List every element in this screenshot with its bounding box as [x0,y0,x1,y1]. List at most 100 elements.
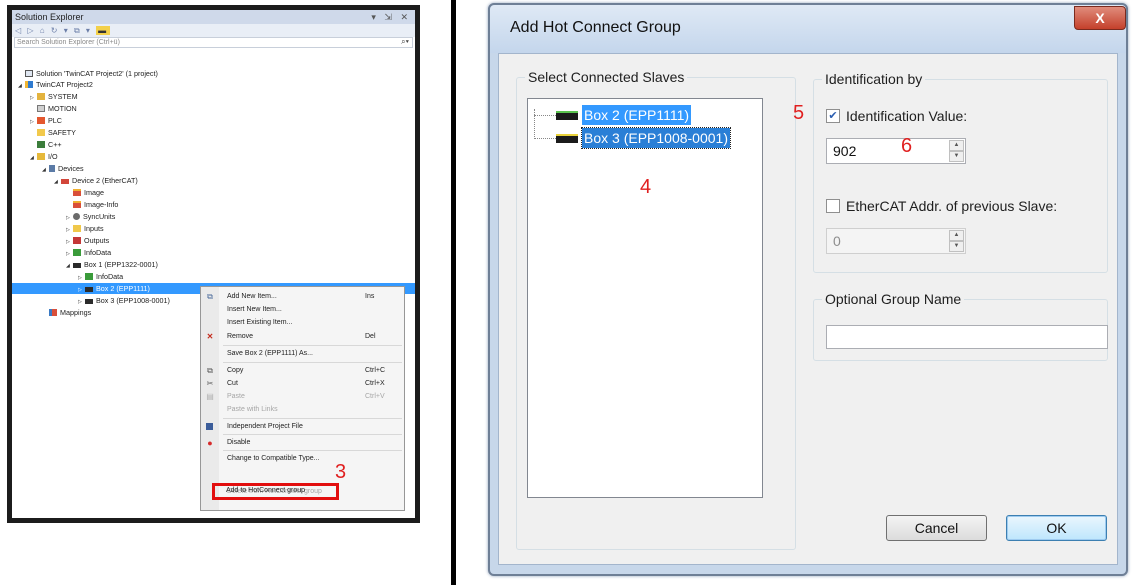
slave-item-box2[interactable]: Box 2 (EPP1111) [556,105,756,125]
ethercat-box-icon [556,134,578,143]
menu-item-remove[interactable]: ✕ Remove Del [201,331,404,343]
tree-item-inputs[interactable]: ▷ Inputs [66,223,104,234]
tree-item-project[interactable]: ◢ TwinCAT Project2 [18,79,93,90]
motion-icon [37,105,45,112]
tree-item-outputs[interactable]: ▷ Outputs [66,235,109,246]
toolbar-icons[interactable]: ◁ ▷ ⌂ ↻ ▾ ⧉ ▾ [15,26,92,35]
search-placeholder: Search Solution Explorer (Ctrl+ü) [17,39,120,46]
cut-icon: ✂ [206,379,214,388]
project-icon [25,81,33,88]
tree-item-mappings[interactable]: Mappings [42,307,91,318]
menu-item-cut[interactable]: ✂ Cut Ctrl+X [201,378,404,390]
search-icon[interactable]: ⌕▾ [401,37,409,46]
copy-icon: ⧉ [207,366,213,375]
group-name-group: Optional Group Name [813,291,1108,361]
cancel-button[interactable]: Cancel [886,515,987,541]
tree-item-system[interactable]: ▷ SYSTEM [30,91,78,102]
tree-item-box1-infodata[interactable]: ▷ InfoData [78,271,123,282]
tree-item-image-info[interactable]: Image-Info [66,199,118,210]
menu-separator [223,434,402,435]
devices-icon [49,165,55,172]
syncunits-icon [73,213,80,220]
disable-icon: ● [207,438,213,448]
search-input[interactable]: Search Solution Explorer (Ctrl+ü) ⌕▾ [14,37,413,48]
identification-group: Identification by ✔ Identification Value… [813,71,1108,273]
menu-separator [223,345,402,346]
step-marker-6: 6 [901,135,913,157]
remove-icon: ✕ [206,332,214,341]
solution-explorer-titlebar: Solution Explorer ▾ ⇲ ✕ [12,10,415,24]
solution-icon [25,70,33,77]
menu-item-paste[interactable]: ▤ Paste Ctrl+V [201,391,404,403]
pin-icon[interactable]: ▬ [96,26,111,35]
spin-down-icon[interactable]: ▼ [949,151,964,162]
safety-icon [37,129,45,136]
step-marker-5: 5 [793,102,805,124]
divider [451,0,456,585]
tree-item-box3[interactable]: ▷ Box 3 (EPP1008-0001) [78,295,170,306]
context-menu: ⧉ Add New Item... Ins Insert New Item... I… [200,286,405,511]
tree-item-image[interactable]: Image [66,187,104,198]
box-icon [73,263,81,268]
spin-up-icon[interactable]: ▲ [949,140,964,151]
menu-item-add-new-item[interactable]: ⧉ Add New Item... Ins [201,291,404,303]
tree-item-device2[interactable]: ◢ Device 2 (EtherCAT) [54,175,138,186]
identification-value-label: Identification Value: [846,108,968,124]
ok-button[interactable]: OK [1006,515,1107,541]
add-item-icon: ⧉ [207,292,213,301]
identification-value-checkbox[interactable]: ✔ [826,109,840,123]
spin-down-icon[interactable]: ▼ [949,241,964,252]
save-icon [206,423,213,430]
menu-separator [223,418,402,419]
identification-value-stepper[interactable]: 902 ▲ ▼ [826,138,966,164]
solution-explorer-panel: Solution Explorer ▾ ⇲ ✕ ◁ ▷ ⌂ ↻ ▾ ⧉ ▾ ▬ … [7,5,420,523]
slave-item-box3[interactable]: Box 3 (EPP1008-0001) [556,127,756,149]
tree-item-motion[interactable]: MOTION [30,103,77,114]
dialog-titlebar: Add Hot Connect Group [490,5,1126,53]
ethercat-addr-stepper[interactable]: 0 ▲ ▼ [826,228,966,254]
tree-item-infodata[interactable]: ▷ InfoData [66,247,111,258]
plc-icon [37,117,45,124]
menu-item-save-as[interactable]: Save Box 2 (EPP1111) As... [201,348,404,360]
group-name-label: Optional Group Name [822,291,965,307]
add-hot-connect-group-dialog: Add Hot Connect Group X Select Connected… [488,3,1128,576]
ethercat-addr-label: EtherCAT Addr. of previous Slave: [846,198,1058,214]
tree-item-io[interactable]: ◢ I/O [30,151,58,162]
slaves-list[interactable]: Box 2 (EPP1111) Box 3 (EPP1008-0001) [527,98,763,498]
identification-group-label: Identification by [822,71,926,87]
box-icon [85,299,93,304]
menu-item-paste-with-links[interactable]: Paste with Links [201,404,404,416]
cpp-icon [37,141,45,148]
menu-separator [223,450,402,451]
menu-item-change-compatible-type[interactable]: Change to Compatible Type... [201,453,404,465]
box-icon [85,287,93,292]
ethercat-box-icon [556,111,578,120]
ethercat-device-icon [61,179,69,184]
tree-item-devices[interactable]: ◢ Devices [42,163,84,174]
menu-item-copy[interactable]: ⧉ Copy Ctrl+C [201,365,404,377]
tree-item-solution[interactable]: Solution 'TwinCAT Project2' (1 project) [18,68,158,79]
mappings-icon [49,309,57,316]
window-buttons[interactable]: ▾ ⇲ ✕ [371,10,411,24]
tree-item-plc[interactable]: ▷ PLC [30,115,62,126]
menu-item-insert-existing-item[interactable]: Insert Existing Item... [201,317,404,329]
image-icon [73,189,81,196]
slaves-group: Select Connected Slaves Box 2 (EPP1111) … [516,69,796,550]
dialog-body: Select Connected Slaves Box 2 (EPP1111) … [498,53,1118,565]
image-info-icon [73,201,81,208]
group-name-input[interactable] [826,325,1108,349]
menu-item-disable[interactable]: ● Disable [201,437,404,449]
io-icon [37,153,45,160]
tree-item-box1[interactable]: ◢ Box 1 (EPP1322-0001) [66,259,158,270]
menu-item-insert-new-item[interactable]: Insert New Item... [201,304,404,316]
outputs-icon [73,237,81,244]
close-button[interactable]: X [1074,6,1126,30]
solution-explorer-title: Solution Explorer [15,12,84,22]
tree-item-safety[interactable]: SAFETY [30,127,76,138]
infodata-icon [73,249,81,256]
menu-item-independent-project-file[interactable]: Independent Project File [201,421,404,433]
tree-item-syncunits[interactable]: ▷ SyncUnits [66,211,115,222]
ethercat-addr-checkbox[interactable] [826,199,840,213]
tree-item-cpp[interactable]: C++ [30,139,62,150]
spin-up-icon[interactable]: ▲ [949,230,964,241]
